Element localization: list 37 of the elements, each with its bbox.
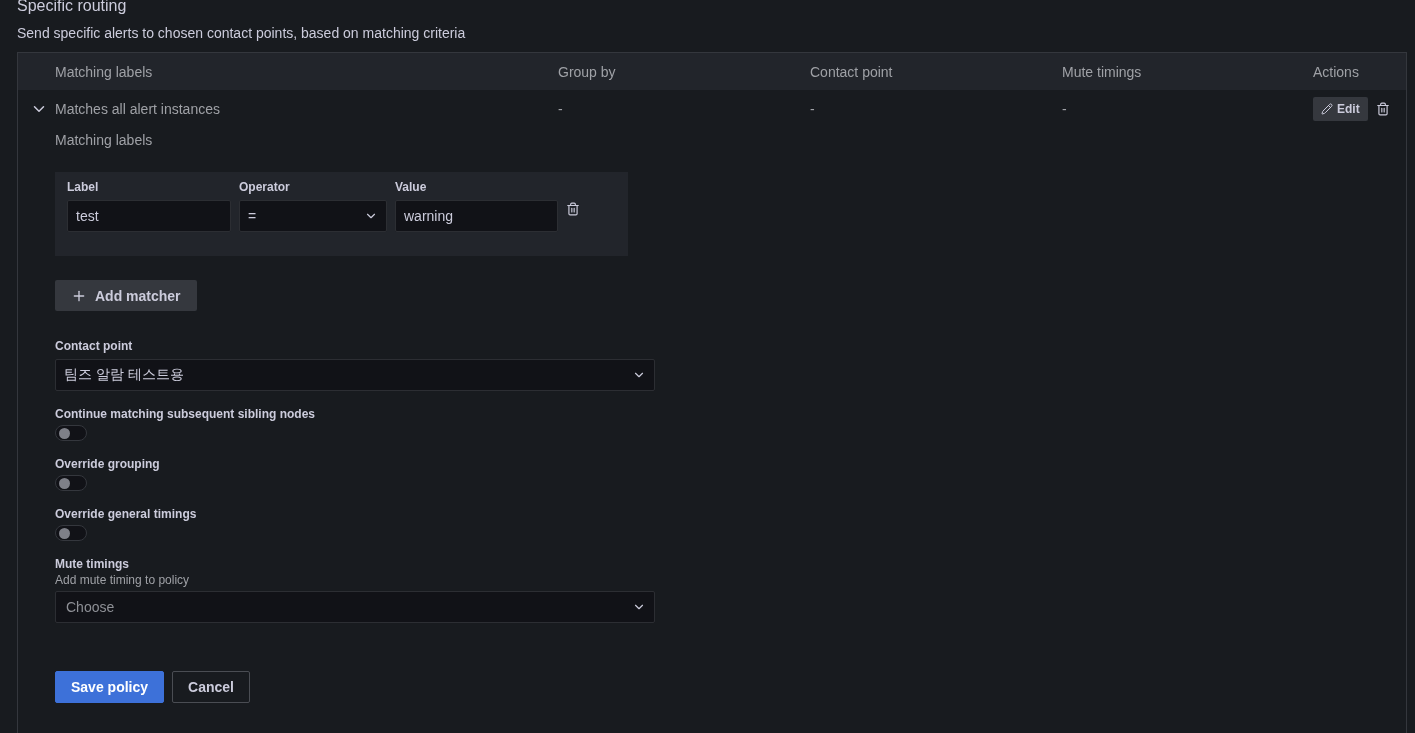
column-header: Actions <box>1313 63 1360 80</box>
save-button[interactable]: Save policy <box>55 671 165 703</box>
field-label: Contact point <box>55 339 134 353</box>
trash-icon <box>1375 102 1390 116</box>
toggle-switch[interactable] <box>55 525 87 541</box>
cancel-button[interactable]: Cancel <box>172 671 250 703</box>
field-description: Add mute timing to policy <box>55 573 191 587</box>
field-label: Override grouping <box>55 457 161 471</box>
column-header: Matching labels <box>55 63 154 80</box>
section-title: Specific routing <box>17 0 128 16</box>
table-cell-text: - <box>1062 101 1068 117</box>
field-label: Mute timings <box>55 557 130 571</box>
subsection-title: Matching labels <box>55 132 154 148</box>
toggle-switch[interactable] <box>55 425 87 441</box>
column-header: Mute timings <box>1062 63 1143 80</box>
field-label: Continue matching subsequent sibling nodes <box>55 407 316 421</box>
contact-point-select[interactable]: 팀즈 알람 테스트용 <box>55 359 655 391</box>
input-field[interactable]: warning <box>395 200 558 232</box>
edit-button[interactable]: Edit <box>1313 97 1368 121</box>
table-cell-text: Matches all alert instances <box>55 101 221 117</box>
operator-select[interactable]: = <box>239 200 387 232</box>
section-description: Send specific alerts to chosen contact points, based on matching criteria <box>17 24 467 42</box>
mute-timings-select[interactable]: Choose <box>55 591 655 623</box>
table-cell-text: - <box>810 101 816 117</box>
trash-icon <box>566 202 580 216</box>
input-field[interactable]: test <box>67 200 231 232</box>
delete-button[interactable] <box>1375 102 1390 116</box>
table-cell-text: - <box>558 101 564 117</box>
field-label: Label <box>67 180 100 194</box>
field-label: Override general timings <box>55 507 198 521</box>
field-label: Value <box>395 180 428 194</box>
toggle-switch[interactable] <box>55 475 87 491</box>
column-header: Group by <box>558 63 617 80</box>
field-label: Operator <box>239 180 291 194</box>
pencil-icon <box>1321 103 1333 115</box>
add-matcher-button[interactable]: Add matcher <box>55 280 197 311</box>
column-header: Contact point <box>810 63 894 80</box>
